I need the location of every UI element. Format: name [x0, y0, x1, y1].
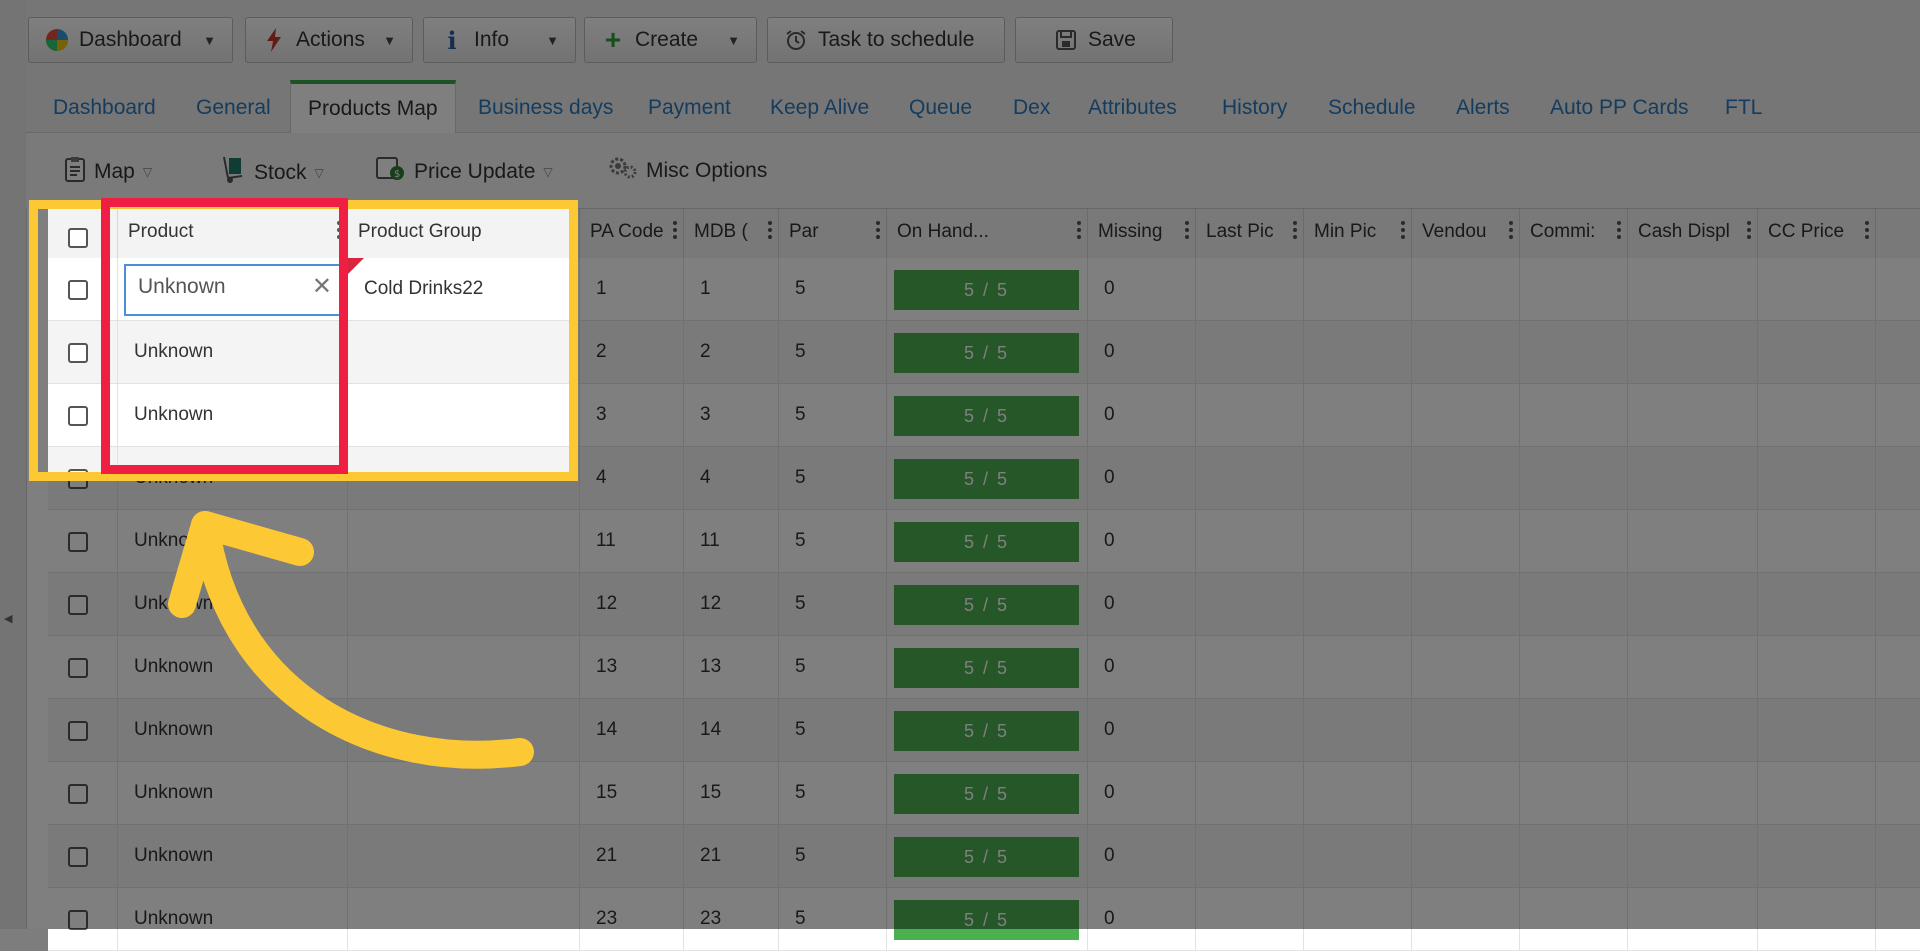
app-window: ◀ Dashboard ▼ Actions ▼ i Info ▼ + Creat…	[0, 0, 1920, 951]
curved-arrow-annotation	[168, 511, 534, 769]
